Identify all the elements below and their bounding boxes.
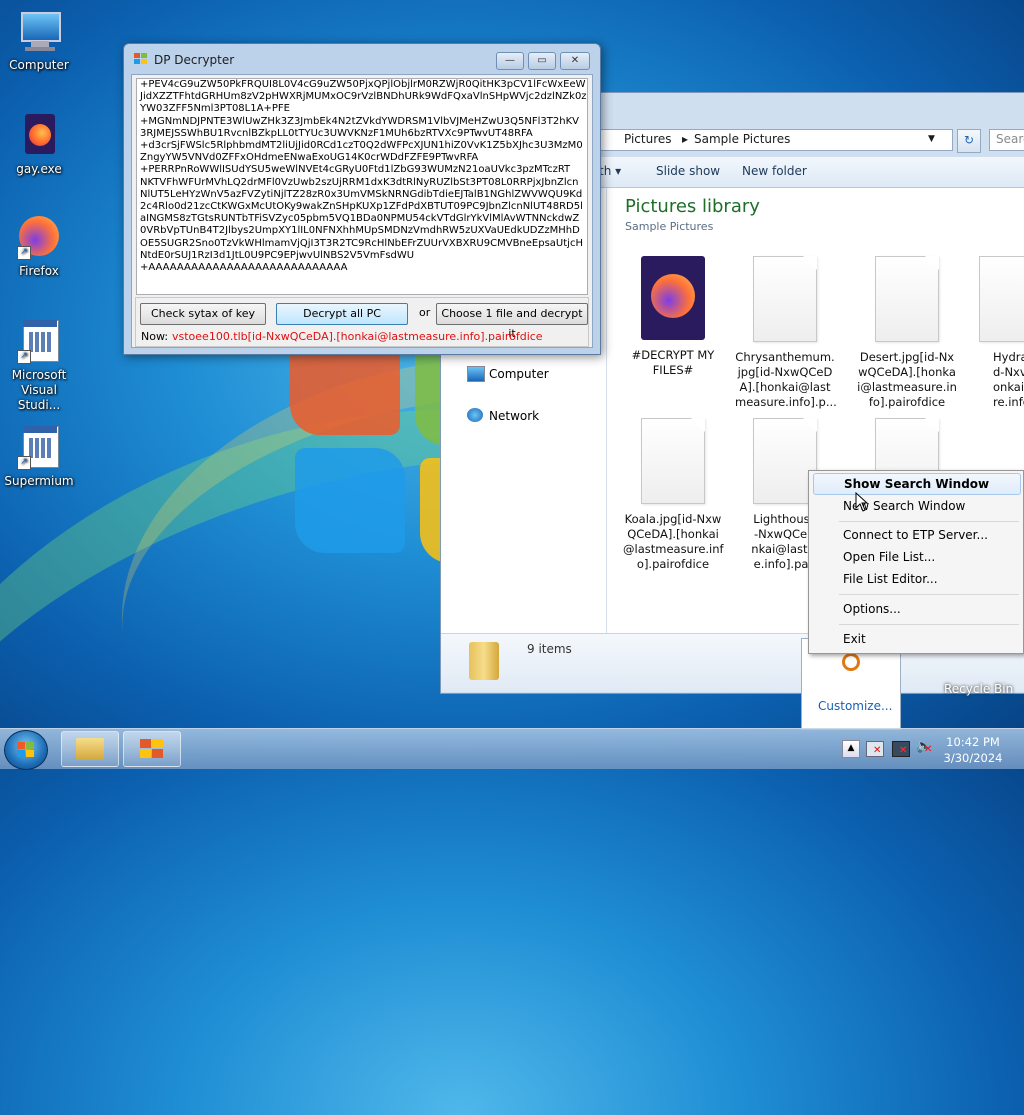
application-icon: ↗ <box>15 424 63 472</box>
search-tool-icon[interactable] <box>842 653 860 671</box>
start-button[interactable] <box>4 730 48 770</box>
desktop-icon-gay-exe[interactable]: gay.exe <box>1 112 77 177</box>
dp-decrypter-window: DP Decrypter — ▭ ✕ +PEV4cG9uZW50PkFRQUI8… <box>123 43 601 355</box>
show-hidden-icons-button[interactable]: ▲ <box>842 740 860 758</box>
key-textbox[interactable]: +PEV4cG9uZW50PkFRQUI8L0V4cG9uZW50PjxQPjl… <box>136 78 588 295</box>
minimize-button[interactable]: — <box>496 52 524 70</box>
maximize-button[interactable]: ▭ <box>528 52 556 70</box>
menu-item-new-search-window[interactable]: New Search Window <box>813 495 1019 517</box>
menu-separator <box>839 624 1019 625</box>
menu-separator <box>839 594 1019 595</box>
breadcrumb-sample-pictures[interactable]: Sample Pictures <box>694 132 790 146</box>
menu-item-show-search-window[interactable]: Show Search Window <box>813 473 1021 495</box>
volume-icon[interactable]: 🔈 ✕ <box>916 739 932 755</box>
library-subtitle: Sample Pictures <box>625 220 714 233</box>
app-icon <box>140 739 164 759</box>
check-syntax-button[interactable]: Check sytax of key <box>140 303 266 325</box>
desktop-icon-recycle-bin[interactable]: Recycle Bin <box>944 682 1013 696</box>
taskbar-explorer-button[interactable] <box>61 731 119 767</box>
customize-link[interactable]: Customize... <box>818 699 892 713</box>
now-label: Now: <box>141 330 169 343</box>
folder-icon <box>469 642 499 680</box>
desktop-icon-label: Firefox <box>19 264 59 278</box>
address-bar[interactable]: › Pictures ▸ Sample Pictures ▼ <box>591 129 953 151</box>
document-icon <box>979 256 1024 342</box>
menu-item-options[interactable]: Options... <box>813 598 1019 620</box>
document-icon <box>753 256 817 342</box>
document-icon <box>875 256 939 342</box>
windows-logo-icon <box>17 742 35 758</box>
context-menu: Show Search Window New Search Window Con… <box>808 470 1024 654</box>
menu-item-exit[interactable]: Exit <box>813 628 1019 650</box>
search-placeholder: Searc <box>996 132 1024 146</box>
window-title: DP Decrypter <box>154 53 235 67</box>
title-bar[interactable]: DP Decrypter — ▭ ✕ <box>124 44 600 74</box>
search-input[interactable]: Searc <box>989 129 1024 151</box>
desktop-icon-firefox[interactable]: ↗ Firefox <box>1 214 77 279</box>
menu-separator <box>839 521 1019 522</box>
file-item[interactable]: #DECRYPT MY FILES# <box>623 256 723 378</box>
refresh-button[interactable]: ↻ <box>957 129 981 153</box>
actions-group: Check sytax of key Decrypt all PC or Cho… <box>135 297 589 347</box>
new-folder-button[interactable]: New folder <box>742 164 807 178</box>
document-icon <box>641 418 705 504</box>
firefox-file-icon <box>15 112 63 160</box>
desktop-icon-label: gay.exe <box>16 162 62 176</box>
mouse-cursor-icon <box>855 492 869 512</box>
computer-icon <box>15 8 63 56</box>
network-icon <box>467 408 483 422</box>
window-body: +PEV4cG9uZW50PkFRQUI8L0V4cG9uZW50PjxQPjl… <box>131 74 593 348</box>
nav-item-computer[interactable]: Computer <box>467 366 549 382</box>
desktop-icon-label: Microsoft <box>11 368 67 382</box>
menu-item-file-list-editor[interactable]: File List Editor... <box>813 568 1019 590</box>
library-title: Pictures library <box>625 196 760 217</box>
desktop-icon-supermium[interactable]: ↗ Supermium <box>1 424 77 489</box>
desktop-icon-visual-studio[interactable]: ↗ Microsoft Visual Studi... <box>1 318 77 413</box>
desktop-icon-label: Visual Studi... <box>17 383 61 412</box>
taskbar-dp-decrypter-button[interactable] <box>123 731 181 767</box>
or-label: or <box>419 306 431 319</box>
file-item[interactable]: Chrysanthemum. jpg[id-NxwQCeD A].[honkai@l… <box>735 256 837 410</box>
file-item[interactable]: Koala.jpg[id-Nxw QCeDA].[honkai @lastmeasu… <box>623 418 724 572</box>
desktop-icon-computer[interactable]: Computer <box>1 8 77 73</box>
current-file-status: vstoee100.tlb[id-NxwQCeDA].[honkai@lastm… <box>172 330 543 343</box>
nav-item-network[interactable]: Network <box>467 408 539 423</box>
choose-file-button[interactable]: Choose 1 file and decrypt it <box>436 303 588 340</box>
menu-item-connect-etp[interactable]: Connect to ETP Server... <box>813 524 1019 546</box>
breadcrumb-separator: ▸ <box>682 132 689 146</box>
menu-item-open-file-list[interactable]: Open File List... <box>813 546 1019 568</box>
chevron-down-icon[interactable]: ▼ <box>928 134 935 144</box>
desktop-icon-label: Supermium <box>4 474 74 488</box>
firefox-icon: ↗ <box>15 214 63 262</box>
close-button[interactable]: ✕ <box>560 52 590 70</box>
taskbar: ▲ ✕ ✕ 🔈 ✕ 10:42 PM 3/30/2024 <box>0 728 1024 770</box>
decrypt-all-button[interactable]: Decrypt all PC <box>276 303 408 325</box>
folder-icon <box>76 738 104 760</box>
toolbar-partial-button[interactable]: th ▾ <box>599 164 621 178</box>
item-count: 9 items <box>527 642 572 656</box>
firefox-file-icon <box>641 256 705 340</box>
slideshow-button[interactable]: Slide show <box>656 164 720 178</box>
system-clock[interactable]: 10:42 PM 3/30/2024 <box>942 734 1004 766</box>
computer-icon <box>467 366 485 382</box>
breadcrumb-pictures[interactable]: Pictures <box>624 132 672 146</box>
file-item[interactable]: Hydrad-Nxvonkaire.info <box>979 256 1024 410</box>
action-center-icon[interactable]: ✕ <box>866 741 884 757</box>
application-icon: ↗ <box>15 318 63 366</box>
network-icon[interactable]: ✕ <box>892 741 910 757</box>
app-icon <box>134 53 148 65</box>
desktop-icon-label: Computer <box>9 58 69 72</box>
file-item[interactable]: Desert.jpg[id-Nx wQCeDA].[honka i@lastmeas… <box>857 256 957 410</box>
